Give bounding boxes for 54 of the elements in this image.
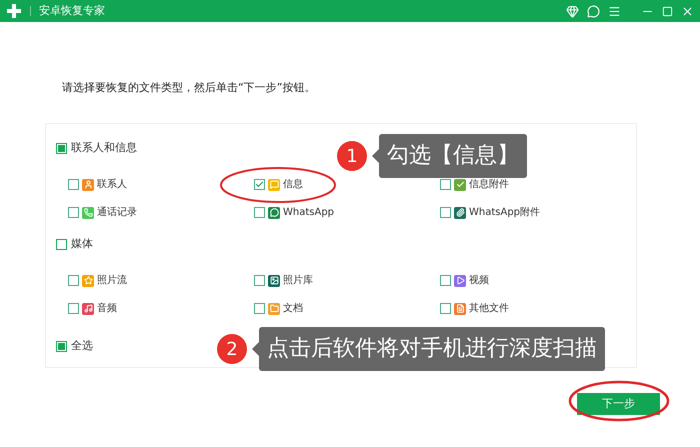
instruction-text: 请选择要恢复的文件类型，然后单击“下一步”按钮。 bbox=[62, 80, 316, 96]
message-icon bbox=[268, 178, 280, 190]
maximize-icon[interactable] bbox=[662, 6, 673, 16]
menu-icon[interactable] bbox=[608, 4, 621, 18]
option-label: 其他文件 bbox=[469, 302, 509, 316]
checkbox[interactable] bbox=[440, 207, 451, 218]
option-label: 通话记录 bbox=[97, 206, 137, 220]
checkbox[interactable] bbox=[68, 275, 79, 286]
chat-icon[interactable] bbox=[587, 4, 600, 18]
image-icon bbox=[268, 274, 280, 286]
checkbox[interactable] bbox=[56, 341, 67, 352]
folder-icon bbox=[268, 302, 280, 314]
phone-icon bbox=[82, 206, 94, 218]
option-label: 联系人 bbox=[97, 178, 127, 192]
group-label: 联系人和信息 bbox=[71, 140, 137, 156]
file-icon bbox=[454, 302, 466, 314]
checkbox[interactable] bbox=[68, 207, 79, 218]
checkbox[interactable] bbox=[254, 207, 265, 218]
option-label: 信息 bbox=[283, 178, 303, 192]
option-label: 照片流 bbox=[97, 274, 127, 288]
music-icon bbox=[82, 302, 94, 314]
checkbox[interactable] bbox=[254, 275, 265, 286]
checkbox[interactable] bbox=[254, 303, 265, 314]
callout-tooltip: 点击后软件将对手机进行深度扫描 bbox=[259, 327, 605, 371]
checkbox[interactable] bbox=[254, 179, 265, 190]
play-icon bbox=[454, 274, 466, 286]
callout-tooltip: 勾选【信息】 bbox=[379, 134, 527, 178]
checkbox[interactable] bbox=[56, 143, 67, 154]
contact-icon bbox=[82, 178, 94, 190]
chat-icon bbox=[268, 206, 280, 218]
option-label: WhatsApp bbox=[283, 206, 334, 220]
plus-logo-icon bbox=[6, 3, 22, 19]
option-label: WhatsApp附件 bbox=[469, 206, 540, 220]
option-label: 文档 bbox=[283, 302, 303, 316]
checkbox[interactable] bbox=[56, 239, 67, 250]
option-label: 音频 bbox=[97, 302, 117, 316]
checkbox[interactable] bbox=[440, 179, 451, 190]
next-button[interactable]: 下一步 bbox=[577, 393, 660, 415]
close-icon[interactable] bbox=[681, 4, 694, 18]
option-label: 信息附件 bbox=[469, 178, 509, 192]
checkbox[interactable] bbox=[440, 303, 451, 314]
diamond-icon[interactable] bbox=[566, 4, 579, 18]
step-number: 2 bbox=[217, 334, 247, 364]
option-label: 视频 bbox=[469, 274, 489, 288]
star-icon bbox=[82, 274, 94, 286]
paperclip-icon bbox=[454, 206, 466, 218]
checkbox[interactable] bbox=[440, 275, 451, 286]
window-title: 安卓恢复专家 bbox=[39, 2, 105, 19]
checkbox[interactable] bbox=[68, 179, 79, 190]
step-number: 1 bbox=[337, 141, 367, 171]
select-all-label: 全选 bbox=[71, 338, 93, 354]
checkbox[interactable] bbox=[68, 303, 79, 314]
group-label: 媒体 bbox=[71, 236, 93, 252]
option-label: 照片库 bbox=[283, 274, 313, 288]
